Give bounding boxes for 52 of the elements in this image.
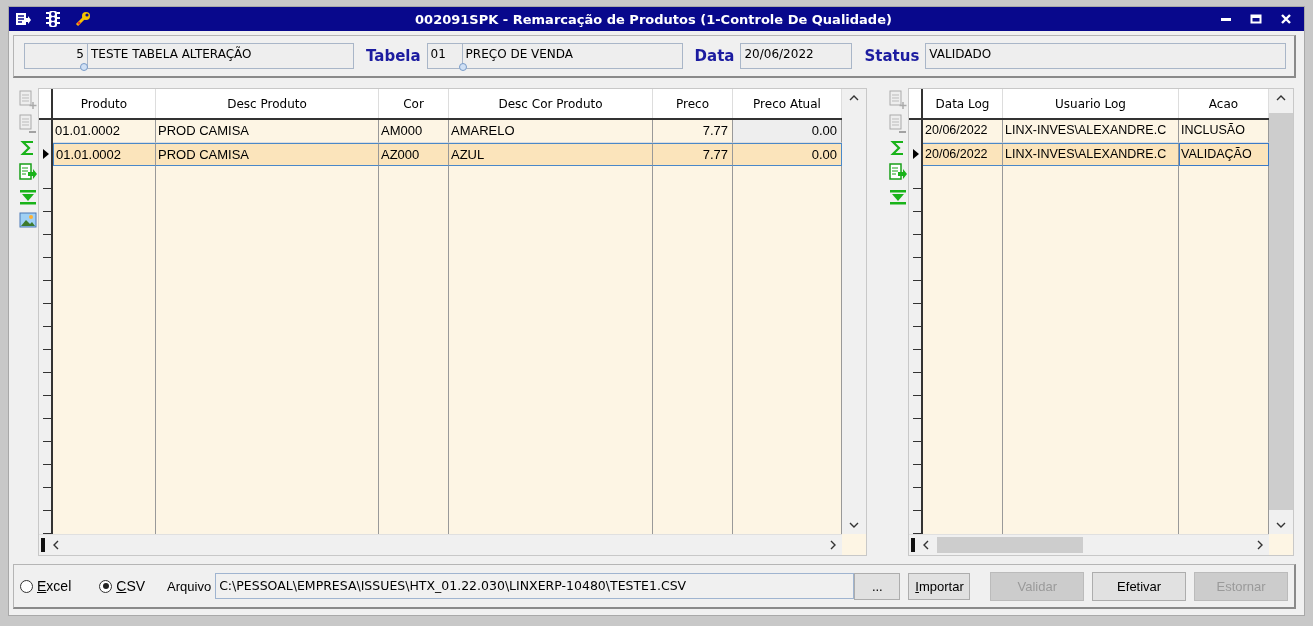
column-header[interactable]: Usuario Log [1003, 89, 1179, 118]
maximize-icon[interactable] [1250, 13, 1262, 25]
browse-button[interactable]: ... [854, 572, 901, 600]
vertical-scrollbar[interactable] [842, 89, 866, 534]
scroll-down-icon[interactable] [849, 520, 859, 530]
action-button[interactable]: Importar [908, 572, 971, 600]
vertical-scrollbar[interactable] [1269, 89, 1293, 534]
table-cell: AZUL [449, 143, 653, 166]
column-header[interactable]: Produto [53, 89, 156, 118]
scroll-left-icon[interactable] [51, 540, 61, 550]
table-row[interactable]: 20/06/2022 LINX-INVES\ALEXANDRE.C VALIDAÇÃO [909, 143, 1269, 166]
traffic-light-icon[interactable] [45, 11, 61, 27]
scroll-down-icon[interactable] [1276, 520, 1286, 530]
date-field[interactable]: 20/06/2022 [740, 43, 853, 69]
scroll-left-icon[interactable] [921, 540, 931, 550]
column-header[interactable]: Cor [379, 89, 449, 118]
table-cell: 20/06/2022 [923, 143, 1003, 166]
field-label: Arquivo [167, 578, 212, 594]
column-header[interactable]: Data Log [923, 89, 1003, 118]
close-icon[interactable] [1280, 13, 1292, 25]
column-header[interactable]: Preco [653, 89, 733, 118]
scroll-up-icon[interactable] [849, 93, 859, 103]
table-cell: 7.77 [653, 143, 733, 166]
column-header[interactable]: Desc Produto [156, 89, 379, 118]
scroll-right-icon[interactable] [828, 540, 838, 550]
window-title: 002091SPK - Remarcação de Produtos (1-Controle De Qualidade) [414, 11, 893, 27]
table-cell: LINX-INVES\ALEXANDRE.C [1003, 143, 1179, 166]
table-cell: AZ000 [379, 143, 449, 166]
radio-button[interactable]: CSV [99, 578, 146, 594]
field-label: Status [864, 47, 920, 65]
field-label: Data [694, 47, 735, 65]
column-header[interactable]: Desc Cor Produto [449, 89, 653, 118]
file-path-field[interactable]: C:\PESSOAL\EMPRESA\ISSUES\HTX_01.22.030\LINXERP-10480\TESTE1.CSV [215, 573, 855, 599]
table-cell: VALIDAÇÃO [1179, 143, 1269, 166]
table-row[interactable]: 01.01.0002 PROD CAMISA AZ000 AZUL 7.77 0.00 [39, 143, 842, 166]
table-cell: 0.00 [733, 120, 842, 143]
export-icon[interactable] [15, 11, 31, 27]
table-cell: PROD CAMISA [156, 143, 379, 166]
scroll-right-icon[interactable] [1255, 540, 1265, 550]
action-button[interactable]: Efetivar [1092, 571, 1187, 601]
horizontal-scrollbar[interactable] [909, 534, 1269, 555]
table-cell: 01.01.0002 [53, 143, 156, 166]
lookup-field[interactable]: 5 TESTE TABELA ALTERAÇÃO [24, 43, 354, 69]
radio-button[interactable]: Excel [20, 578, 72, 594]
image-icon[interactable] [17, 210, 38, 230]
table-cell: 0.00 [733, 143, 842, 166]
field-label: Tabela [366, 47, 421, 65]
horizontal-scrollbar[interactable] [39, 534, 842, 555]
lookup-field[interactable]: 01 PREÇO DE VENDA [426, 43, 683, 69]
scroll-up-icon[interactable] [1276, 93, 1286, 103]
status-field[interactable]: VALIDADO [925, 43, 1286, 69]
scroll-thumb[interactable] [937, 537, 1083, 553]
